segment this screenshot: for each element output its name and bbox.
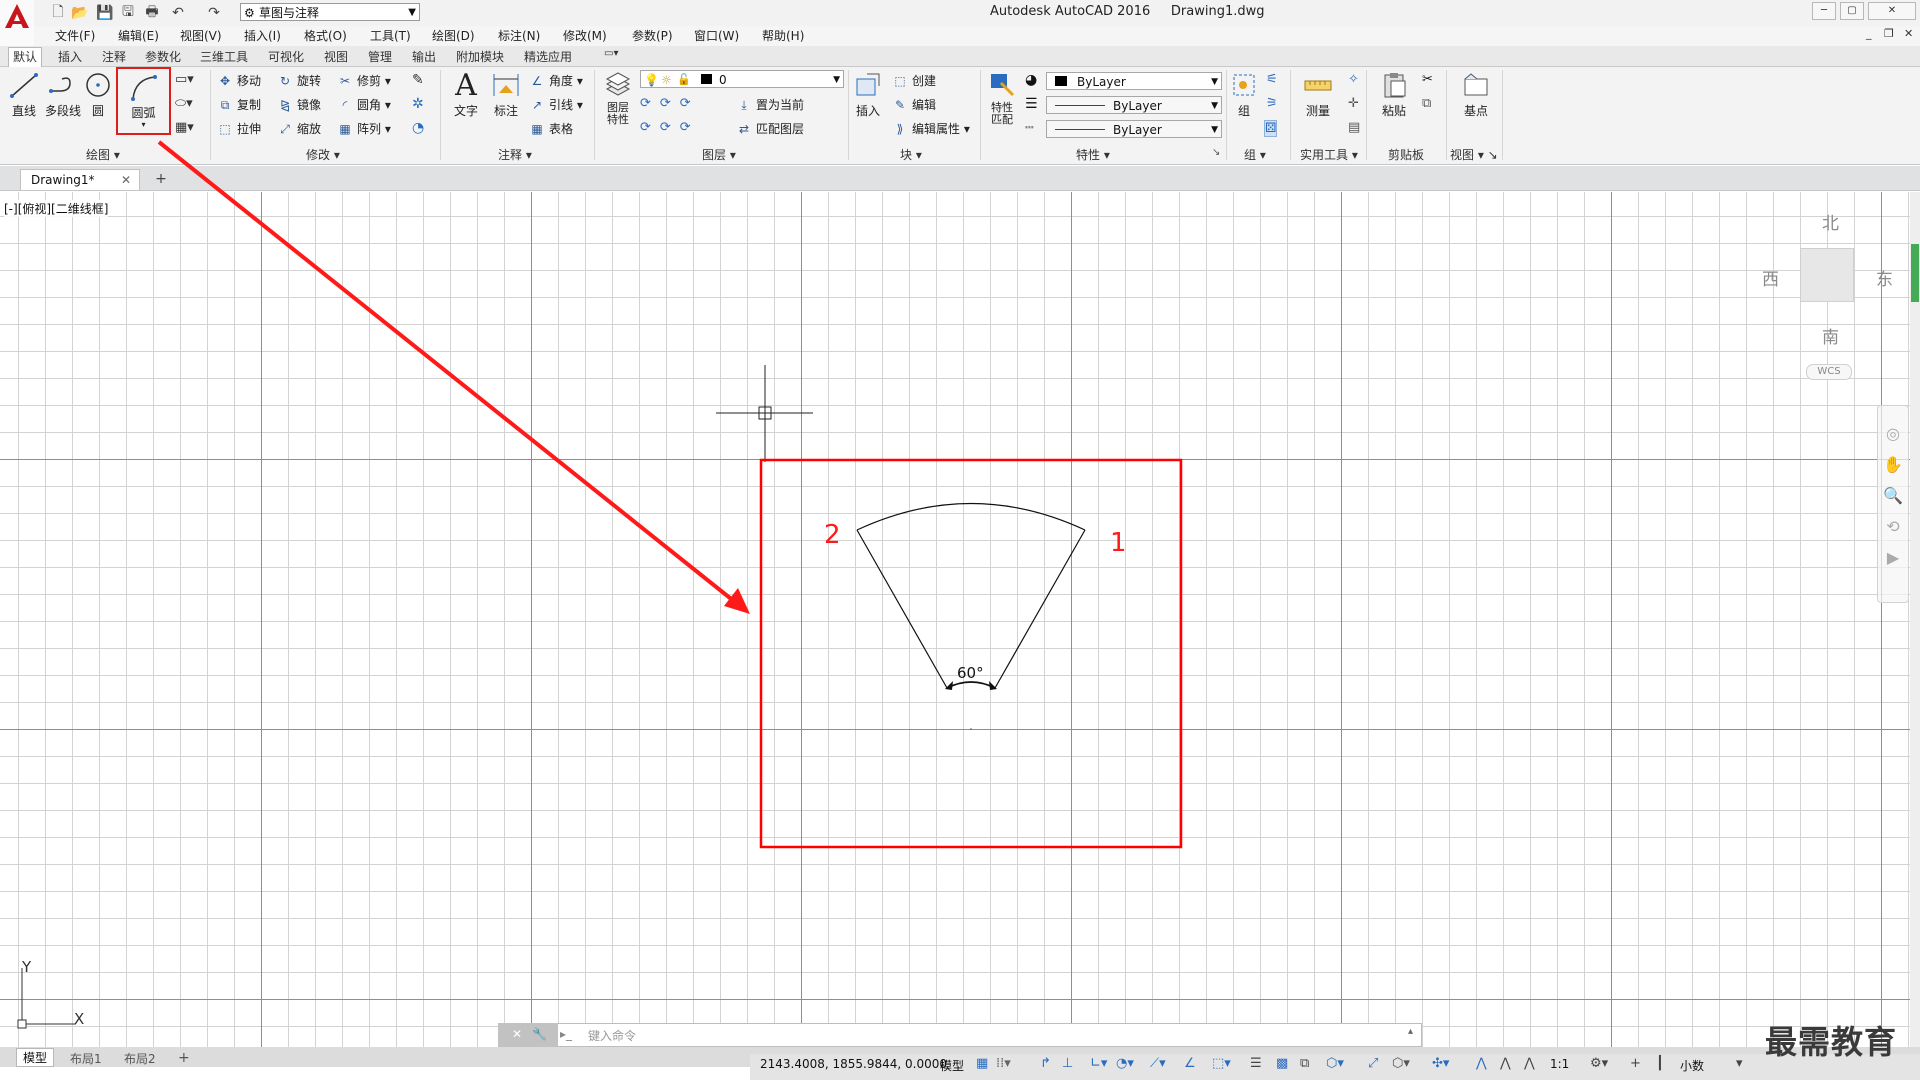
3d-osnap-icon[interactable]: ⬡▾ [1326,1056,1344,1071]
polar-icon[interactable]: ◔▾ [1116,1056,1134,1071]
object-snap-icon[interactable]: ⬚▾ [1212,1056,1231,1071]
units-value[interactable]: 小数 [1680,1057,1704,1074]
highlight-rectangle [759,458,1183,849]
model-tab[interactable]: 模型 [16,1048,55,1067]
viewcube-south[interactable]: 南 [1822,323,1839,348]
grid-icon[interactable]: ▦ [976,1056,988,1071]
viewcube-face[interactable] [1800,248,1854,302]
ucs-x-label: X [74,1010,85,1028]
selection-filter-icon[interactable]: ⬡▾ [1392,1056,1410,1071]
scrollbar-thumb[interactable] [1911,244,1919,302]
drawing-overlay [157,140,1183,849]
annotation-scale-value[interactable]: 1:1 [1550,1057,1569,1071]
infer-icon[interactable]: ↱ [1040,1056,1051,1071]
viewcube-east[interactable]: 东 [1876,265,1893,290]
layout2-tab[interactable]: 布局2 [118,1050,162,1067]
point-1-label: 1 [1110,528,1127,558]
model-space-button[interactable]: 模型 [940,1057,964,1074]
angle-dimension-label: 60° [957,664,984,682]
crosshair-cursor [716,365,813,462]
snap-icon[interactable]: ⁞⁞▾ [996,1056,1011,1071]
viewcube-north[interactable]: 北 [1822,209,1839,234]
orbit-icon[interactable]: ⟲ [1878,517,1908,536]
lineweight-toggle-icon[interactable]: ☰ [1250,1056,1262,1071]
ortho-icon[interactable]: ∟▾ [1090,1056,1107,1071]
point-2-label: 2 [824,520,841,550]
layout1-tab[interactable]: 布局1 [64,1050,108,1067]
selection-cycling-icon[interactable]: ⧉ [1300,1056,1309,1071]
steering-wheel-icon[interactable]: ◎ [1878,424,1908,443]
pan-icon[interactable]: ✋ [1878,455,1908,474]
annotation-visibility-icon[interactable]: ⋀ [1476,1056,1487,1071]
dynamic-ucs-icon[interactable]: ⤢ [1368,1056,1378,1071]
command-line-controls: ✕ 🔧 [498,1023,558,1047]
wcs-menu[interactable]: WCS [1806,364,1852,380]
command-prompt-icon: ▸_ [560,1027,573,1041]
isodraft-icon[interactable]: ⟋▾ [1150,1056,1166,1071]
vertical-scrollbar[interactable] [1910,192,1920,1047]
annotation-monitor-icon[interactable]: + [1630,1056,1641,1071]
annotation-arrow [157,140,750,614]
command-line[interactable] [498,1023,1422,1047]
transparency-icon[interactable]: ▩ [1276,1056,1288,1071]
customize-wrench-icon[interactable]: 🔧 [532,1027,547,1041]
sector-drawing [856,502,1086,730]
command-input[interactable]: 键入命令 [588,1027,636,1044]
isolate-objects-icon[interactable]: ┃ [1656,1056,1664,1071]
ucs-y-label: Y [22,958,32,976]
navigation-bar[interactable]: ◎ ✋ 🔍 ⟲ ▶ [1877,405,1909,603]
annotation-scale-icon[interactable]: ⋀ [1524,1056,1535,1071]
dynamic-input-icon[interactable]: ⊥ [1062,1056,1073,1071]
add-layout-icon[interactable]: + [172,1050,196,1066]
object-snap-tracking-icon[interactable]: ∠ [1184,1056,1196,1071]
auto-scale-icon[interactable]: ⋀ [1500,1056,1511,1071]
command-history-icon[interactable]: ▴ [1408,1026,1413,1037]
viewcube-west[interactable]: 西 [1762,265,1779,290]
close-command-icon[interactable]: ✕ [512,1027,522,1041]
units-dropdown-icon[interactable]: ▾ [1736,1056,1743,1071]
coordinates-readout[interactable]: 2143.4008, 1855.9844, 0.0000 [760,1057,947,1071]
workspace-switch-icon[interactable]: ⚙▾ [1590,1056,1608,1071]
watermark-logo: 最需教育 [1765,1023,1898,1061]
showmotion-icon[interactable]: ▶ [1878,548,1908,567]
zoom-icon[interactable]: 🔍 [1878,486,1908,505]
gizmo-icon[interactable]: ✣▾ [1432,1056,1449,1071]
